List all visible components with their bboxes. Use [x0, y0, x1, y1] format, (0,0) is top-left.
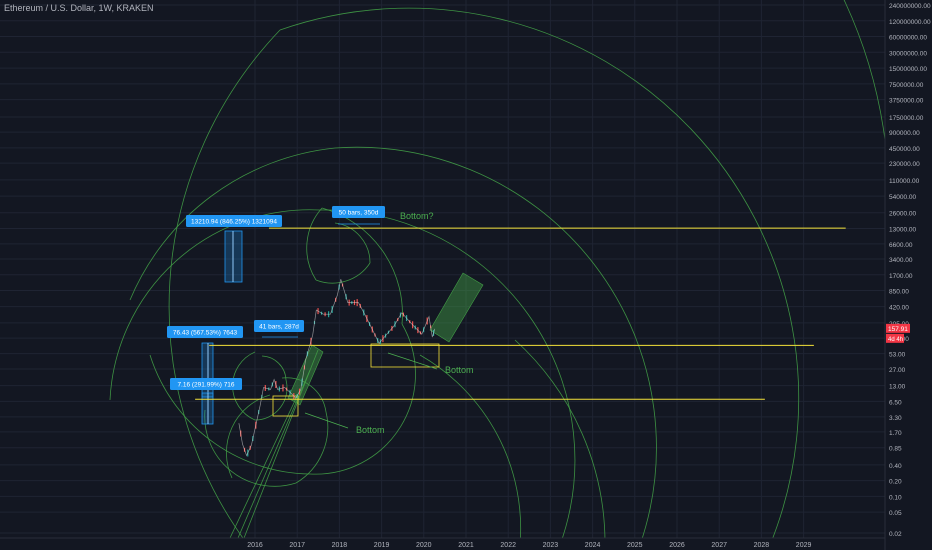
y-tick-label: 230000.00: [889, 161, 920, 168]
y-tick-label: 3.30: [889, 415, 902, 422]
range-label: 13210.94 (846.25%) 1321094: [191, 219, 277, 226]
note-label: Bottom: [356, 425, 385, 435]
spiral-arc: [319, 209, 576, 546]
spiral-arc: [226, 394, 271, 479]
y-tick-label: 6600.00: [889, 242, 913, 249]
time-axis-panel: [0, 538, 885, 550]
countdown-label: 4d 4h: [888, 337, 903, 343]
spiral-arc: [109, 209, 321, 401]
y-tick-label: 3750000.00: [889, 98, 924, 105]
x-tick-label: 2029: [796, 542, 812, 549]
y-tick-label: 850.00: [889, 289, 909, 296]
spiral-arc: [261, 355, 287, 381]
range-label: 41 bars, 287d: [259, 324, 299, 331]
x-tick-label: 2023: [543, 542, 559, 549]
y-tick-label: 0.05: [889, 510, 902, 517]
range-label: 76.43 (567.53%) 7643: [173, 330, 238, 337]
y-tick-label: 0.02: [889, 531, 902, 538]
y-tick-label: 53.00: [889, 352, 906, 359]
y-tick-label: 13.00: [889, 384, 906, 391]
spiral-arc: [514, 339, 606, 546]
spiral-arc: [149, 354, 311, 475]
y-tick-label: 450000.00: [889, 146, 920, 153]
fibonacci-spiral: [109, 0, 886, 546]
x-tick-label: 2021: [458, 542, 474, 549]
x-tick-label: 2027: [711, 542, 727, 549]
horizontal-levels: [195, 227, 846, 400]
x-tick-label: 2028: [754, 542, 770, 549]
spiral-arc: [229, 389, 301, 539]
y-tick-label: 26000.00: [889, 211, 916, 218]
spiral-arc: [315, 262, 371, 284]
x-tick-label: 2022: [500, 542, 516, 549]
y-tick-label: 1750000.00: [889, 115, 924, 122]
y-tick-label: 15000000.00: [889, 66, 927, 73]
spiral-arc: [419, 354, 522, 546]
y-tick-label: 0.85: [889, 446, 902, 453]
range-label: 50 bars, 350d: [339, 210, 379, 217]
chart-root: 13210.94 (846.25%) 1321094 76.43 (567.53%…: [0, 0, 932, 550]
x-tick-label: 2025: [627, 542, 643, 549]
x-tick-label: 2026: [669, 542, 685, 549]
y-tick-label: 420.00: [889, 305, 909, 312]
range-label: 7.16 (291.99%) 716: [177, 382, 234, 389]
chart-canvas[interactable]: 13210.94 (846.25%) 1321094 76.43 (567.53%…: [0, 0, 932, 550]
y-tick-label: 27.00: [889, 367, 906, 374]
x-tick-label: 2018: [332, 542, 348, 549]
grid-layer: [0, 0, 885, 538]
chart-title: Ethereum / U.S. Dollar, 1W, KRAKEN: [4, 3, 154, 13]
x-tick-label: 2019: [374, 542, 390, 549]
x-tick-label: 2017: [289, 542, 305, 549]
y-tick-label: 3400.00: [889, 257, 913, 264]
y-tick-label: 60000000.00: [889, 35, 927, 42]
y-tick-label: 1700.00: [889, 273, 913, 280]
y-tick-label: 0.10: [889, 494, 902, 501]
y-tick-label: 54000.00: [889, 194, 916, 201]
y-tick-label: 1.70: [889, 430, 902, 437]
y-tick-label: 30000000.00: [889, 50, 927, 57]
spiral-arc: [334, 222, 371, 264]
y-tick-label: 13000.00: [889, 226, 916, 233]
price-line: [238, 279, 436, 457]
note-label: Bottom?: [400, 211, 434, 221]
current-price-label: 157.91: [888, 326, 908, 333]
y-tick-label: 120000000.00: [889, 19, 931, 26]
y-tick-label: 6.50: [889, 399, 902, 406]
y-tick-label: 0.20: [889, 479, 902, 486]
x-tick-label: 2016: [247, 542, 263, 549]
y-tick-label: 900000.00: [889, 130, 920, 137]
y-tick-label: 110000.00: [889, 178, 920, 185]
y-tick-label: 240000000.00: [889, 3, 931, 10]
range-boxes: [201, 223, 484, 425]
y-tick-label: 7500000.00: [889, 82, 924, 89]
projection-channel: [429, 272, 484, 343]
y-tick-label: 0.40: [889, 463, 902, 470]
x-tick-label: 2024: [585, 542, 601, 549]
note-label: Bottom: [445, 365, 474, 375]
x-tick-label: 2020: [416, 542, 432, 549]
price-series: [238, 279, 436, 457]
